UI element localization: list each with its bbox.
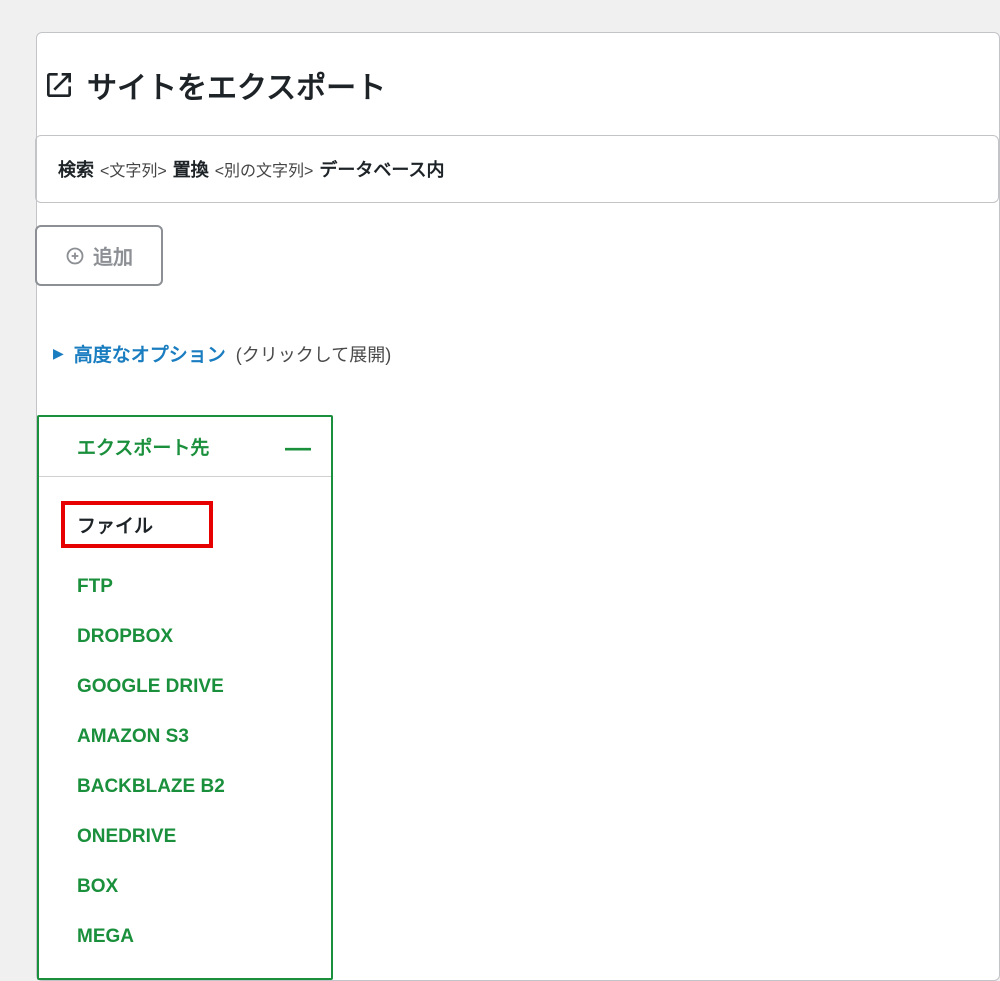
export-destination-item-label: FTP [77,576,113,597]
export-destination-item-label: ファイル [61,501,213,548]
export-destination-item-label: AMAZON S3 [77,726,189,747]
triangle-right-icon: ▶ [53,345,64,362]
export-destination-item-label: DROPBOX [77,626,173,647]
export-destination-item-amazon-s3[interactable]: AMAZON S3 [39,712,331,762]
export-destination-item-dropbox[interactable]: DROPBOX [39,612,331,662]
export-destination-item-google-drive[interactable]: GOOGLE DRIVE [39,662,331,712]
advanced-options-toggle[interactable]: ▶ 高度なオプション (クリックして展開) [37,332,999,375]
export-icon [43,69,75,101]
replace-hint: <別の文字列> [215,157,314,181]
page-title: サイトをエクスポート [35,63,999,135]
search-hint: <文字列> [100,157,167,181]
add-button[interactable]: 追加 [35,225,163,286]
export-destination-item-onedrive[interactable]: ONEDRIVE [39,812,331,862]
plus-circle-icon [65,246,85,266]
export-destination-title: エクスポート先 [77,433,209,460]
export-destination-item-label: GOOGLE DRIVE [77,676,224,697]
export-panel: サイトをエクスポート 検索 <文字列> 置換 <別の文字列> データベース内 追… [36,32,1000,981]
export-destination-item-label: BACKBLAZE B2 [77,776,225,797]
export-destination-item-ftp[interactable]: FTP [39,562,331,612]
add-button-label: 追加 [93,241,133,270]
advanced-options-hint: (クリックして展開) [236,341,391,367]
export-destination-header[interactable]: エクスポート先 — [39,417,331,477]
export-destination-item-file[interactable]: ファイル [39,487,331,562]
export-destination-item-box[interactable]: BOX [39,862,331,912]
export-destination-item-label: BOX [77,876,118,897]
in-database-label: データベース内 [319,156,444,182]
collapse-icon[interactable]: — [285,434,311,460]
search-replace-bar[interactable]: 検索 <文字列> 置換 <別の文字列> データベース内 [35,135,999,203]
replace-label: 置換 [173,156,209,182]
export-destination-item-label: ONEDRIVE [77,826,176,847]
search-label: 検索 [58,156,94,182]
export-destination-panel: エクスポート先 — ファイル FTP DROPBOX GOOGLE DRIVE … [37,415,333,980]
export-destination-item-label: MEGA [77,926,134,947]
export-destination-item-mega[interactable]: MEGA [39,912,331,962]
advanced-options-label: 高度なオプション [74,340,226,367]
page-title-text: サイトをエクスポート [87,63,386,107]
export-destination-list: ファイル FTP DROPBOX GOOGLE DRIVE AMAZON S3 … [39,477,331,978]
export-destination-item-backblaze-b2[interactable]: BACKBLAZE B2 [39,762,331,812]
